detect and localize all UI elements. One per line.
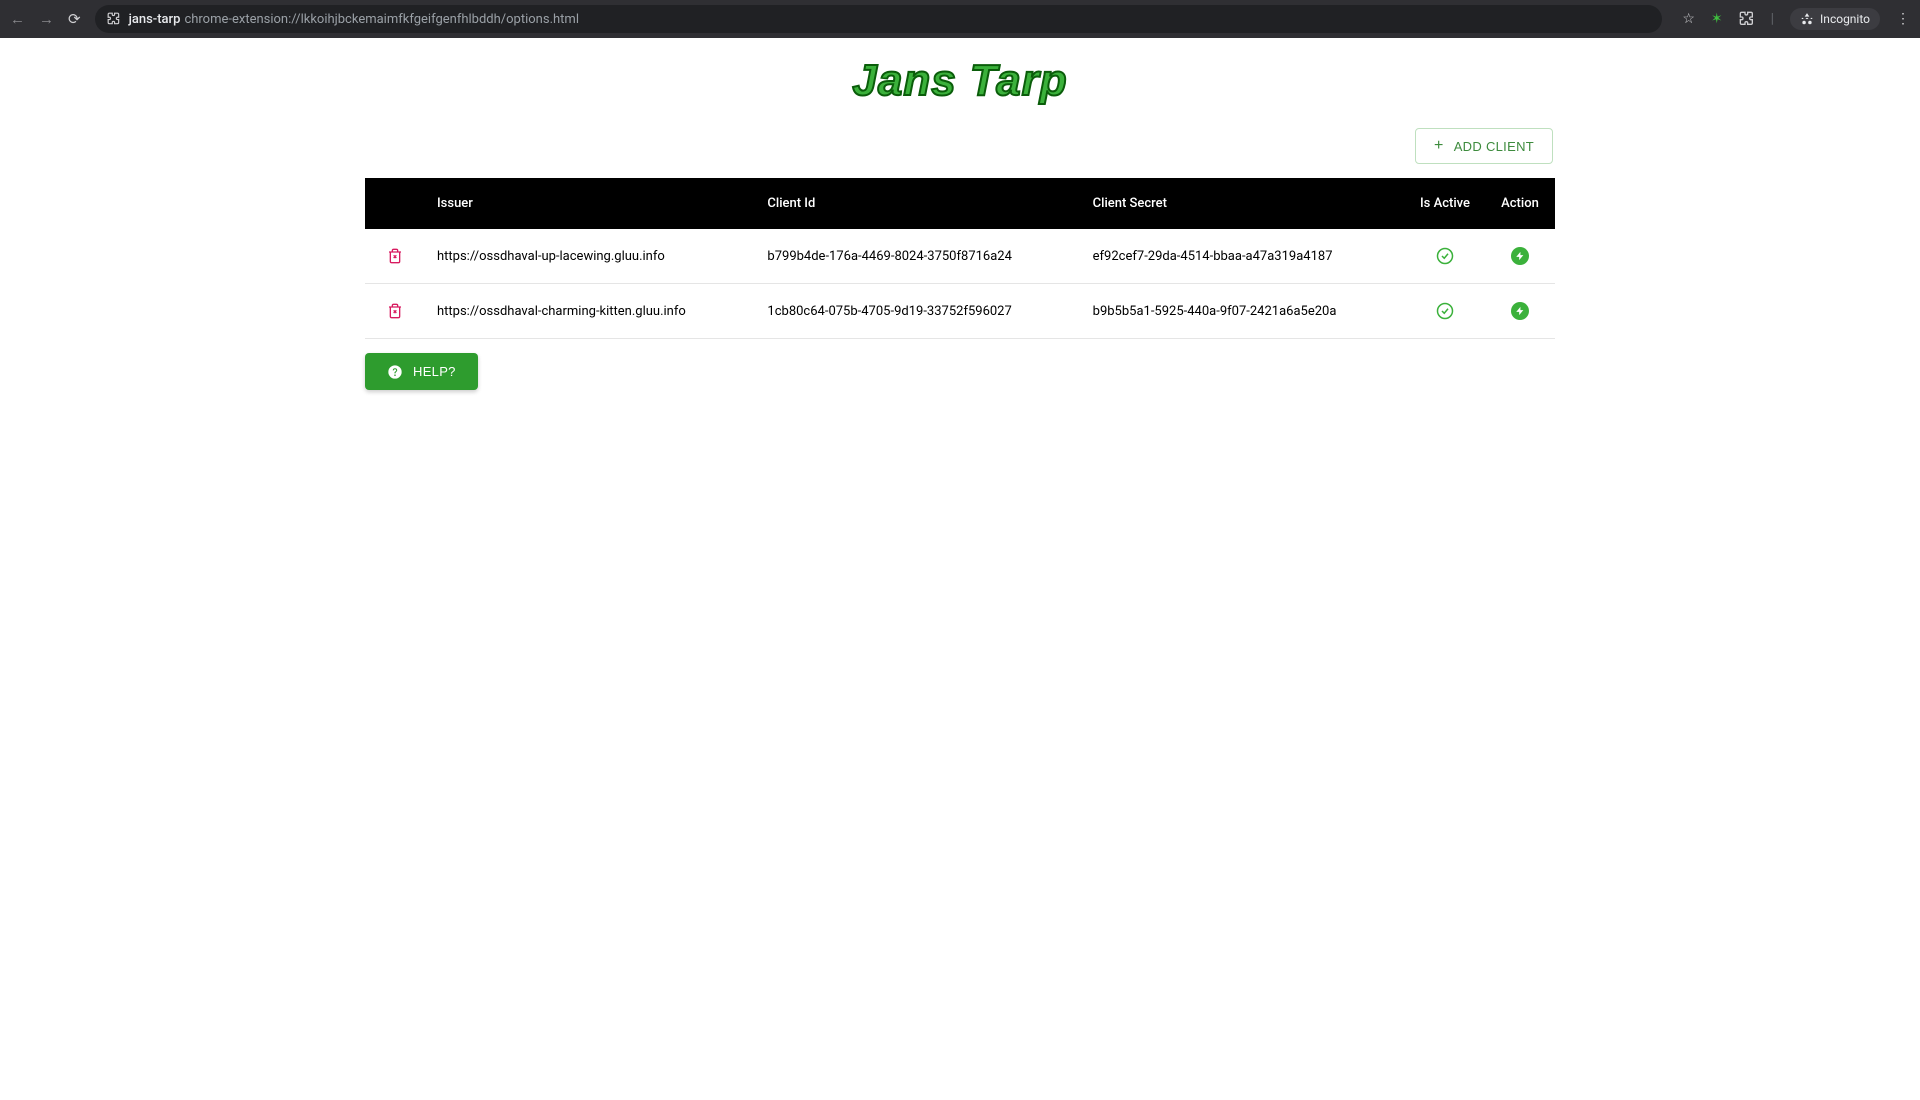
- cell-client-secret: ef92cef7-29da-4514-bbaa-a47a319a4187: [1081, 229, 1405, 284]
- page-content: Jans Tarp + ADD CLIENT Issuer Client Id …: [365, 38, 1555, 390]
- extensions-icon[interactable]: [1739, 11, 1755, 27]
- check-circle-icon: [1436, 248, 1454, 263]
- star-icon[interactable]: ☆: [1682, 11, 1695, 27]
- incognito-badge[interactable]: Incognito: [1790, 8, 1880, 31]
- nav-arrows: ← →: [10, 10, 54, 28]
- header-action: Action: [1485, 178, 1555, 229]
- plus-icon: +: [1434, 137, 1444, 155]
- header-issuer: Issuer: [425, 178, 755, 229]
- app-indicator-icon[interactable]: ✶: [1711, 11, 1723, 27]
- help-icon: [387, 363, 403, 380]
- extension-icon: [107, 12, 121, 27]
- action-bolt-icon[interactable]: [1511, 247, 1529, 265]
- browser-toolbar: ← → ⟳ jans-tarp chrome-extension://lkkoi…: [0, 0, 1920, 38]
- forward-icon[interactable]: →: [39, 10, 54, 28]
- kebab-menu-icon[interactable]: ⋮: [1896, 11, 1910, 27]
- table-row: https://ossdhaval-up-lacewing.gluu.info …: [365, 229, 1555, 284]
- url-domain: jans-tarp: [129, 12, 181, 27]
- header-delete: [365, 178, 425, 229]
- action-bolt-icon[interactable]: [1511, 302, 1529, 320]
- back-icon[interactable]: ←: [10, 10, 25, 28]
- cell-client-id: 1cb80c64-075b-4705-9d19-33752f596027: [755, 284, 1080, 339]
- add-client-button[interactable]: + ADD CLIENT: [1415, 128, 1553, 164]
- incognito-icon: [1800, 12, 1814, 27]
- cell-issuer: https://ossdhaval-up-lacewing.gluu.info: [425, 229, 755, 284]
- clients-table: Issuer Client Id Client Secret Is Active…: [365, 178, 1555, 339]
- delete-icon[interactable]: [387, 303, 403, 318]
- delete-icon[interactable]: [387, 248, 403, 263]
- url-bar[interactable]: jans-tarp chrome-extension://lkkoihjbcke…: [95, 5, 1663, 33]
- toolbar-right: ☆ ✶ | Incognito ⋮: [1682, 8, 1910, 31]
- help-label: HELP?: [413, 364, 456, 379]
- reload-icon[interactable]: ⟳: [68, 10, 81, 28]
- header-client-secret: Client Secret: [1081, 178, 1405, 229]
- cell-issuer: https://ossdhaval-charming-kitten.gluu.i…: [425, 284, 755, 339]
- url-path: chrome-extension://lkkoihjbckemaimfkfgei…: [184, 12, 579, 27]
- check-circle-icon: [1436, 303, 1454, 318]
- header-client-id: Client Id: [755, 178, 1080, 229]
- incognito-label: Incognito: [1820, 12, 1870, 26]
- add-client-label: ADD CLIENT: [1454, 139, 1534, 154]
- cell-client-secret: b9b5b5a1-5925-440a-9f07-2421a6a5e20a: [1081, 284, 1405, 339]
- app-logo: Jans Tarp: [365, 56, 1555, 106]
- header-is-active: Is Active: [1405, 178, 1485, 229]
- help-button[interactable]: HELP?: [365, 353, 478, 390]
- table-row: https://ossdhaval-charming-kitten.gluu.i…: [365, 284, 1555, 339]
- cell-client-id: b799b4de-176a-4469-8024-3750f8716a24: [755, 229, 1080, 284]
